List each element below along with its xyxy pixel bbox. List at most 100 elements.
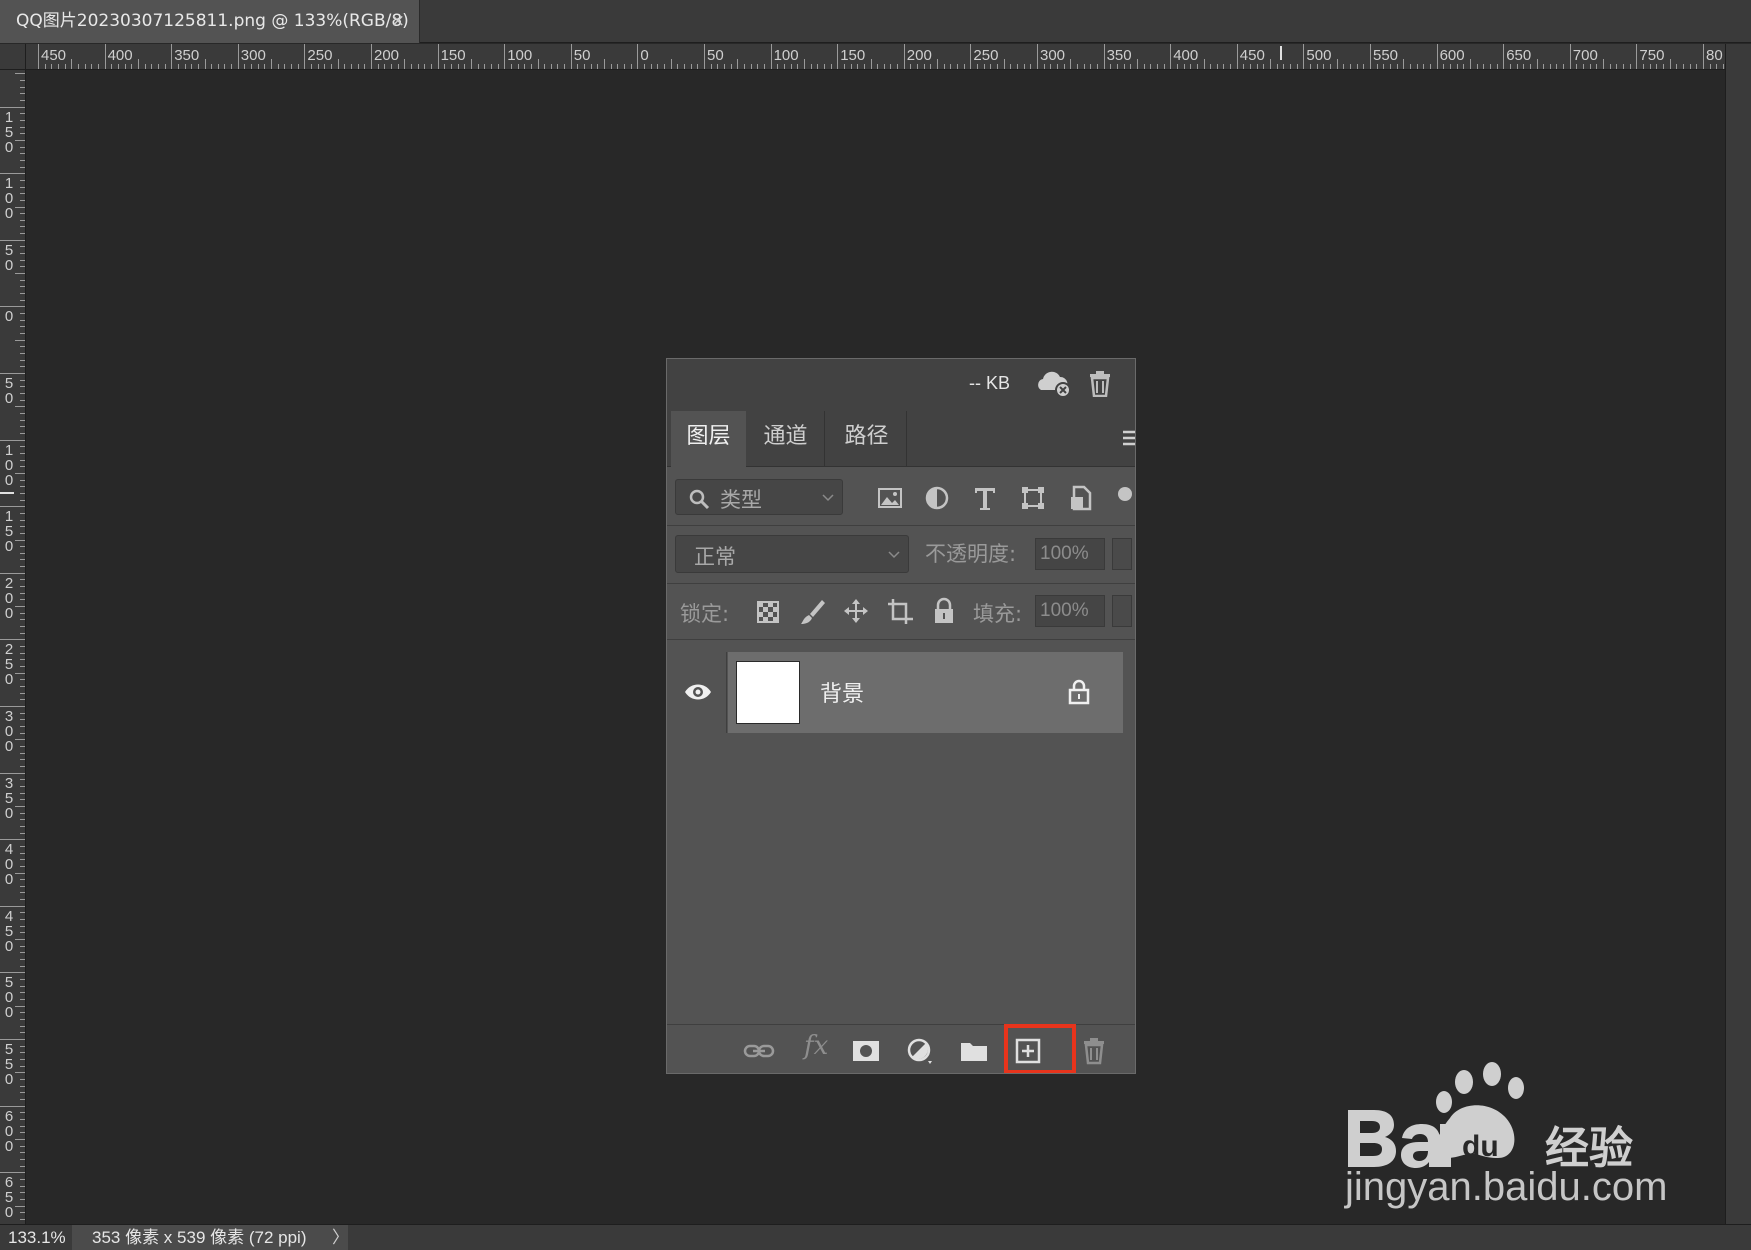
ruler-minor-tick (124, 64, 126, 69)
ruler-minor-tick (457, 64, 459, 69)
ruler-minor-tick (20, 632, 25, 634)
ruler-minor-tick (1696, 64, 1698, 69)
layer-visibility-toggle[interactable] (667, 652, 727, 733)
opacity-input[interactable]: 100% (1035, 538, 1105, 570)
ruler-minor-tick (15, 1205, 25, 1207)
ruler-minor-tick (20, 679, 25, 681)
ruler-minor-tick (1276, 64, 1278, 69)
ruler-minor-tick (1063, 64, 1065, 69)
ruler-minor-tick (1649, 64, 1651, 69)
ruler-minor-tick (20, 319, 25, 321)
ruler-minor-tick (244, 64, 246, 69)
document-tab[interactable]: QQ图片20230307125811.png @ 133%(RGB/8) × (0, 0, 420, 43)
panel-menu-icon[interactable] (1123, 429, 1136, 447)
zoom-level[interactable]: 133.1% (0, 1225, 72, 1250)
link-layers-icon[interactable] (743, 1036, 775, 1066)
fill-input[interactable]: 100% (1035, 595, 1105, 627)
ruler-minor-tick (151, 64, 153, 69)
ruler-minor-tick (470, 59, 472, 69)
filter-kind-select[interactable]: 类型 (675, 479, 843, 515)
vertical-ruler[interactable]: 0150100500501001502002503003504004505005… (0, 70, 26, 1224)
ruler-minor-tick (750, 64, 752, 69)
layer-style-fx-icon[interactable]: fx (804, 1031, 828, 1061)
ruler-major-tick (1170, 44, 1172, 69)
horizontal-ruler[interactable]: 450 400 350 300 250 200 150 100 50 0 50 100 150 200 25… (26, 44, 1725, 70)
add-mask-icon[interactable] (850, 1036, 882, 1066)
fill-dropdown-button[interactable] (1112, 595, 1132, 627)
lock-position-icon[interactable] (842, 596, 870, 626)
ruler-minor-tick (20, 512, 25, 514)
layer-name[interactable]: 背景 (820, 676, 864, 708)
ruler-label: 100 (4, 175, 14, 223)
layer-lock-icon[interactable] (1068, 679, 1090, 705)
ruler-minor-tick (20, 1058, 25, 1060)
ruler-minor-tick (20, 519, 25, 521)
ruler-minor-tick (557, 64, 559, 69)
ruler-minor-tick (497, 64, 499, 69)
ruler-minor-tick (20, 133, 25, 135)
ruler-corner[interactable] (0, 44, 26, 70)
ruler-minor-tick (1196, 64, 1198, 69)
ruler-major-tick (1503, 44, 1505, 69)
ruler-major-tick (1103, 44, 1105, 69)
cloud-offline-icon[interactable] (1035, 370, 1073, 398)
ruler-minor-tick (20, 479, 25, 481)
ruler-minor-tick (277, 64, 279, 69)
ruler-minor-tick (20, 852, 25, 854)
ruler-minor-tick (524, 64, 526, 69)
smart-object-filter-icon[interactable] (1067, 484, 1095, 512)
status-menu-arrow-icon[interactable]: 〉 (332, 1225, 349, 1250)
ruler-minor-tick (737, 59, 739, 69)
lock-transparent-pixels-icon[interactable] (754, 596, 782, 626)
delete-layer-icon[interactable] (1078, 1036, 1110, 1066)
lock-artboard-icon[interactable] (886, 596, 914, 626)
ruler-minor-tick (410, 64, 412, 69)
tab-paths[interactable]: 路径 (827, 411, 907, 467)
ruler-minor-tick (1250, 64, 1252, 69)
ruler-minor-tick (20, 659, 25, 661)
tab-layers[interactable]: 图层 (671, 411, 746, 467)
ruler-label: 0 (640, 47, 649, 64)
lock-all-icon[interactable] (930, 596, 958, 626)
ruler-minor-tick (1623, 64, 1625, 69)
opacity-dropdown-button[interactable] (1112, 538, 1132, 570)
shape-filter-icon[interactable] (1019, 484, 1047, 512)
document-info: 353 像素 x 539 像素 (72 ppi) (72, 1225, 348, 1250)
new-group-folder-icon[interactable] (958, 1036, 990, 1066)
ruler-minor-tick (20, 1025, 25, 1027)
ruler-minor-tick (224, 64, 226, 69)
ruler-minor-tick (743, 64, 745, 69)
ruler-major-tick (0, 706, 25, 707)
ruler-minor-tick (1489, 64, 1491, 69)
ruler-minor-tick (20, 599, 25, 601)
photoshop-window: QQ图片20230307125811.png @ 133%(RGB/8) × 4… (0, 0, 1751, 1250)
ruler-minor-tick (271, 59, 273, 69)
ruler-minor-tick (1183, 64, 1185, 69)
type-filter-icon[interactable] (971, 484, 999, 512)
layer-thumbnail[interactable] (736, 661, 800, 724)
tab-channels[interactable]: 通道 (747, 411, 825, 467)
lock-image-pixels-icon[interactable] (798, 596, 826, 626)
ruler-minor-tick (20, 925, 25, 927)
layer-row-background[interactable]: 背景 (667, 652, 1123, 733)
ruler-minor-tick (20, 1165, 25, 1167)
ruler-minor-tick (20, 266, 25, 268)
blend-mode-select[interactable]: 正常 (675, 535, 909, 573)
image-filter-icon[interactable] (876, 484, 904, 512)
close-tab-icon[interactable]: × (391, 0, 405, 43)
vertical-scrollbar[interactable] (1725, 44, 1751, 1224)
ruler-minor-tick (1290, 64, 1292, 69)
ruler-minor-tick (144, 64, 146, 69)
adjustment-layer-icon[interactable] (904, 1036, 936, 1066)
layer-body[interactable]: 背景 (728, 652, 1123, 733)
adjustment-filter-icon[interactable] (923, 484, 951, 512)
filter-toggle-icon[interactable] (1115, 484, 1136, 512)
ruler-minor-tick (20, 865, 25, 867)
ruler-major-tick (0, 772, 25, 774)
document-canvas[interactable]: -- KB 图层 通道 路径 类型 正常 不透明度: 100% 锁定: 填充: … (27, 71, 1725, 1224)
ruler-minor-tick (15, 739, 25, 741)
filter-kind-label: 类型 (720, 488, 762, 512)
ruler-minor-tick (20, 452, 25, 454)
trash-icon[interactable] (1087, 369, 1113, 397)
ruler-minor-tick (20, 86, 25, 88)
